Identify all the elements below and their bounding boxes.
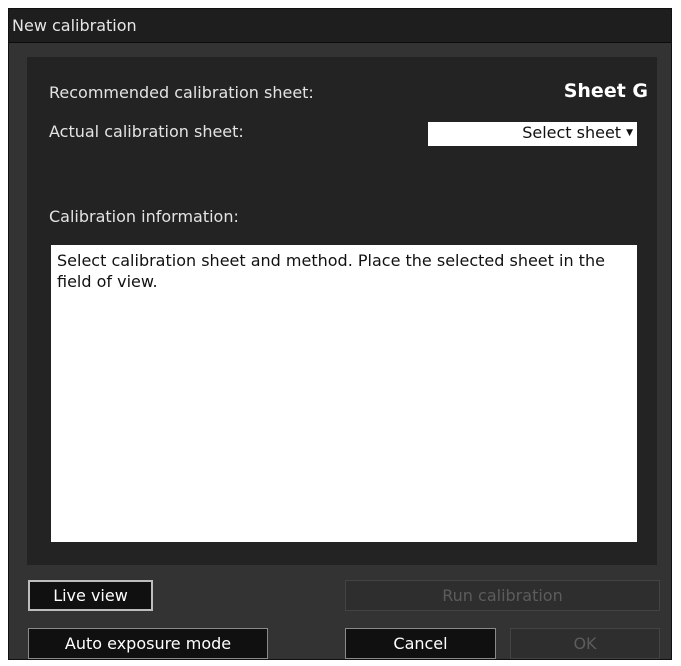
calibration-dialog: New calibration Recommended calibration … [8, 8, 672, 660]
actual-sheet-label: Actual calibration sheet: [49, 122, 244, 141]
run-calibration-button[interactable]: Run calibration [345, 580, 660, 611]
chevron-down-icon: ▼ [626, 128, 633, 138]
calibration-info-label: Calibration information: [49, 207, 239, 226]
dialog-title: New calibration [12, 16, 137, 35]
live-view-button[interactable]: Live view [28, 580, 153, 611]
auto-exposure-mode-button[interactable]: Auto exposure mode [28, 628, 268, 659]
calibration-panel: Recommended calibration sheet: Sheet G A… [27, 57, 657, 565]
actual-sheet-select-value: Select sheet [522, 123, 622, 142]
ok-button[interactable]: OK [510, 628, 660, 659]
recommended-sheet-value: Sheet G [563, 80, 648, 102]
title-bar[interactable]: New calibration [9, 9, 671, 43]
calibration-info-box: Select calibration sheet and method. Pla… [51, 245, 637, 542]
recommended-sheet-label: Recommended calibration sheet: [49, 83, 314, 102]
actual-sheet-select[interactable]: Select sheet ▼ [428, 122, 637, 146]
cancel-button[interactable]: Cancel [345, 628, 496, 659]
